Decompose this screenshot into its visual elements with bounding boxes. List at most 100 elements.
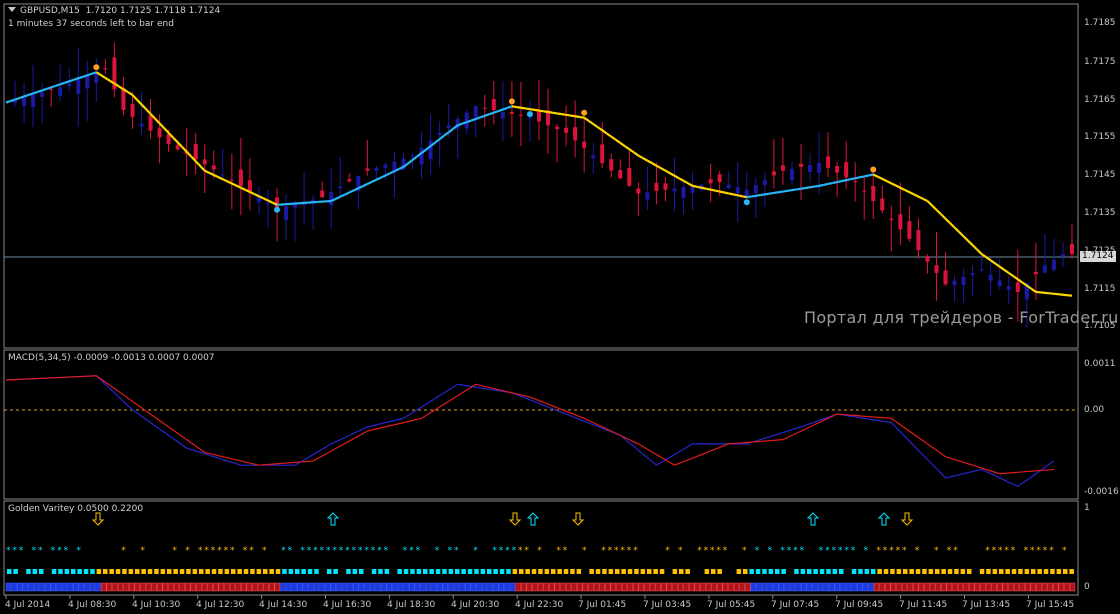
- symbol-header[interactable]: GBPUSD,M15 1.7120 1.7125 1.7118 1.7124: [8, 6, 220, 17]
- golden-star: *: [345, 546, 350, 556]
- golden-square: [58, 569, 63, 574]
- ma-segment: [678, 177, 685, 182]
- ma-segment: [872, 173, 879, 178]
- golden-square: [755, 569, 761, 574]
- candle-body: [880, 198, 885, 211]
- macd-axis-top: 0.0011: [1084, 359, 1116, 369]
- golden-cell: [728, 582, 734, 592]
- ma-segment: [100, 74, 106, 79]
- ma-segment: [208, 171, 215, 176]
- golden-cell: [39, 582, 45, 592]
- arrow-up-icon: [326, 512, 340, 526]
- candle-body: [193, 143, 198, 160]
- golden-cell: [655, 582, 661, 592]
- golden-cell: [873, 582, 880, 592]
- golden-cell: [487, 582, 493, 592]
- golden-cell: [890, 582, 897, 592]
- ma-segment: [362, 182, 368, 188]
- ma-segment: [904, 188, 910, 194]
- golden-square: [896, 569, 902, 574]
- ma-segment: [944, 217, 951, 224]
- golden-star: *: [492, 546, 497, 556]
- golden-cell: [235, 582, 241, 592]
- golden-square: [999, 569, 1004, 574]
- golden-square: [243, 569, 249, 574]
- golden-cell: [761, 582, 768, 592]
- ma-segment: [818, 183, 824, 187]
- ma-segment: [719, 190, 725, 194]
- candle-body: [229, 179, 234, 181]
- ma-segment: [28, 92, 34, 97]
- golden-square: [275, 569, 281, 574]
- golden-star: *: [320, 546, 325, 556]
- golden-square: [211, 569, 217, 574]
- candle-body: [555, 126, 560, 130]
- golden-cell: [268, 582, 275, 592]
- candle-body: [76, 79, 81, 94]
- candle-body: [735, 187, 740, 194]
- golden-star: *: [710, 546, 715, 556]
- golden-cell: [957, 582, 964, 592]
- ma-segment: [597, 126, 603, 132]
- ma-segment: [163, 127, 170, 134]
- golden-square: [794, 569, 799, 574]
- golden-cell: [744, 582, 751, 592]
- ma-segment: [565, 113, 571, 117]
- golden-cell: [672, 582, 678, 592]
- golden-cell: [767, 582, 773, 592]
- golden-cell: [28, 582, 34, 592]
- ma-segment: [5, 99, 11, 104]
- golden-square: [263, 569, 268, 574]
- ma-segment: [642, 157, 648, 162]
- golden-star: *: [57, 546, 62, 556]
- golden-cell: [408, 582, 415, 592]
- golden-square: [346, 569, 351, 574]
- golden-cell: [1047, 582, 1053, 592]
- time-label: 4 Jul 12:30: [196, 600, 245, 610]
- ma-segment: [949, 222, 956, 229]
- golden-cell: [218, 582, 225, 592]
- golden-square: [819, 569, 825, 574]
- golden-square: [77, 569, 82, 574]
- golden-cell: [991, 582, 997, 592]
- macd-axis-bottom: -0.0016: [1084, 487, 1119, 497]
- candle-body: [979, 269, 984, 271]
- golden-square: [141, 569, 146, 574]
- ma-segment: [696, 185, 702, 189]
- golden-cell: [554, 582, 561, 592]
- golden-cell: [868, 582, 874, 592]
- ma-segment: [50, 84, 57, 89]
- golden-star: *: [601, 546, 606, 556]
- golden-cell: [140, 582, 146, 592]
- ma-segment: [570, 114, 576, 118]
- golden-square: [685, 569, 690, 574]
- golden-star: *: [448, 546, 453, 556]
- candle-body: [780, 165, 785, 171]
- ma-segment: [615, 138, 621, 144]
- chart-canvas[interactable]: * * * * * * * * * * * * * * * * * * * * * * * * * * * * * * * * * * * * * * * *…: [0, 0, 1120, 614]
- golden-cell: [123, 582, 129, 592]
- ma-segment: [447, 127, 454, 134]
- golden-star: *: [364, 546, 369, 556]
- ma-segment: [787, 189, 793, 192]
- golden-square: [903, 569, 908, 574]
- golden-square: [455, 569, 460, 574]
- golden-cell: [733, 582, 740, 592]
- golden-star: *: [224, 546, 229, 556]
- golden-cell: [240, 582, 247, 592]
- golden-square: [595, 569, 601, 574]
- golden-cell: [190, 582, 197, 592]
- golden-square: [186, 569, 191, 574]
- ma-segment: [655, 164, 662, 170]
- candle-body: [862, 190, 867, 192]
- golden-cell: [313, 582, 320, 592]
- golden-cell: [604, 582, 611, 592]
- golden-square: [659, 569, 665, 574]
- candle-body: [826, 156, 831, 168]
- candle-body: [247, 180, 252, 192]
- ma-segment: [507, 105, 513, 109]
- golden-cell: [862, 582, 869, 592]
- chevron-down-icon[interactable]: [8, 7, 16, 12]
- golden-square: [1069, 569, 1074, 574]
- golden-square: [39, 569, 44, 574]
